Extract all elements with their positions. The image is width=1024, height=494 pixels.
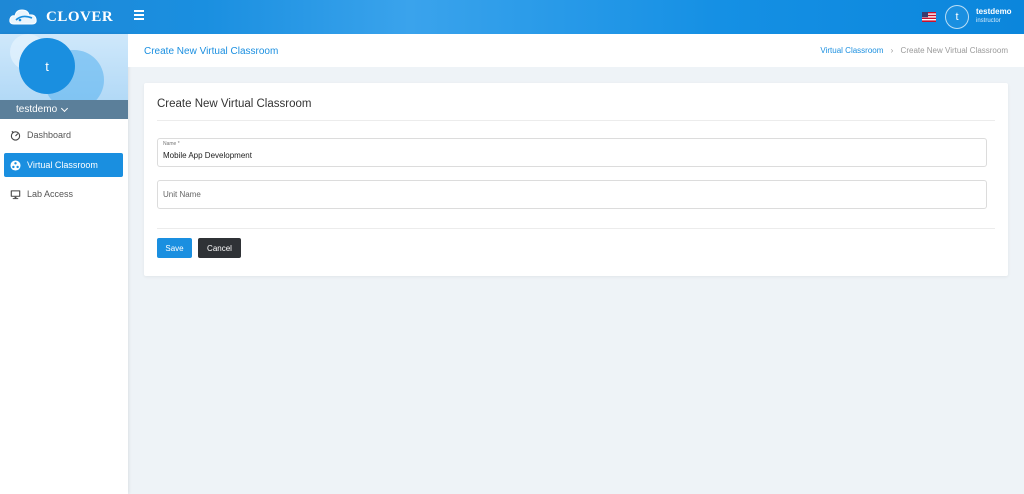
save-button[interactable]: Save	[157, 238, 192, 258]
breadcrumb-link-virtual-classroom[interactable]: Virtual Classroom	[820, 46, 883, 55]
sidebar-item-label: Virtual Classroom	[27, 160, 98, 170]
classroom-icon	[10, 159, 21, 171]
sidebar-item-virtual-classroom[interactable]: Virtual Classroom	[4, 153, 123, 177]
form-title: Create New Virtual Classroom	[157, 98, 312, 110]
chevron-right-icon: ›	[890, 46, 894, 55]
sidebar-item-dashboard[interactable]: Dashboard	[4, 123, 123, 147]
cloud-logo-icon	[9, 9, 37, 25]
divider	[157, 120, 995, 121]
page-title: Create New Virtual Classroom	[144, 46, 279, 57]
user-avatar[interactable]: t	[945, 5, 969, 29]
dashboard-icon	[10, 130, 21, 141]
unit-name-field[interactable]: Unit Name	[157, 180, 987, 209]
sidebar-username: testdemo	[16, 104, 58, 115]
user-name[interactable]: testdemo	[976, 7, 1012, 16]
unit-name-placeholder: Unit Name	[163, 190, 201, 199]
name-input[interactable]	[163, 151, 963, 160]
sidebar-avatar: t	[19, 38, 75, 94]
clover-logo[interactable]: CLOVER	[8, 5, 130, 29]
monitor-icon	[10, 189, 21, 199]
sidebar: t testdemo Dashboard Virtual Classroom L…	[0, 34, 128, 494]
top-navbar: CLOVER t testdemo instructor	[0, 0, 1024, 34]
page-header: Create New Virtual Classroom Virtual Cla…	[128, 34, 1024, 67]
sidebar-item-lab-access[interactable]: Lab Access	[4, 182, 123, 206]
cancel-button[interactable]: Cancel	[198, 238, 241, 258]
sidebar-item-label: Dashboard	[27, 130, 72, 140]
brand-name: CLOVER	[46, 8, 114, 25]
form-card: Create New Virtual Classroom Name * Unit…	[144, 83, 1008, 276]
user-role: instructor	[976, 18, 1001, 24]
chevron-down-icon	[61, 104, 69, 112]
sidebar-profile: t testdemo	[0, 34, 128, 119]
breadcrumb: Virtual Classroom › Create New Virtual C…	[820, 46, 1008, 55]
menu-toggle-icon[interactable]	[134, 10, 144, 20]
name-field-label: Name *	[163, 141, 180, 147]
divider	[157, 228, 995, 229]
name-field[interactable]: Name *	[157, 138, 987, 167]
breadcrumb-current: Create New Virtual Classroom	[900, 46, 1008, 55]
us-flag-icon[interactable]	[922, 12, 936, 22]
profile-dropdown[interactable]: testdemo	[0, 100, 128, 119]
sidebar-item-label: Lab Access	[27, 189, 74, 199]
